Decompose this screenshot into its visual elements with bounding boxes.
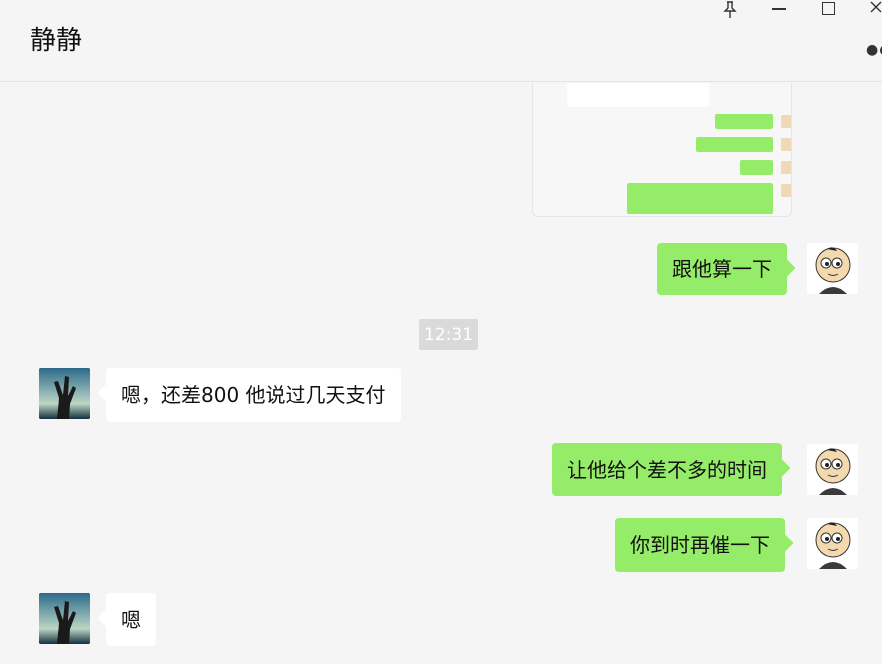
chat-header: 静静 ●● [0,0,882,82]
screenshot-avatar [781,138,791,151]
message-bubble-out[interactable]: 让他给个差不多的时间 [552,443,782,496]
message-text: 嗯 [121,607,141,632]
hand-sunset-icon [39,593,90,644]
screenshot-incoming-bubble [567,83,709,107]
avatar[interactable] [807,518,858,569]
screenshot-bubble [740,160,773,175]
message-bubble-out[interactable]: 跟他算一下 [657,243,787,295]
screenshot-bubble [715,114,773,129]
screenshot-avatar [781,115,791,128]
message-text: 跟他算一下 [672,257,772,281]
screenshot-bubble [696,137,773,152]
pin-icon[interactable] [720,0,740,20]
avatar[interactable] [39,593,90,644]
cartoon-boy-icon [807,518,858,569]
screenshot-avatar [781,161,791,174]
message-bubble-in[interactable]: 嗯 [106,593,156,646]
minimize-icon[interactable] [772,8,786,10]
message-bubble-in[interactable]: 嗯，还差800 他说过几天支付 [106,368,401,422]
chat-screenshot-image[interactable] [532,83,792,217]
message-text: 你到时再催一下 [630,533,770,557]
timestamp: 12:31 [419,319,478,350]
avatar[interactable] [807,444,858,495]
chat-title: 静静 [30,26,83,56]
message-bubble-out[interactable]: 你到时再催一下 [615,518,785,572]
message-list[interactable]: 跟他算一下 12:31 嗯，还差800 他说过几天支付 让他给个差不多的时间 你… [0,83,882,664]
maximize-icon[interactable] [822,2,835,15]
screenshot-avatar [781,184,791,197]
avatar[interactable] [807,243,858,294]
hand-sunset-icon [39,368,90,419]
message-text: 让他给个差不多的时间 [567,457,767,482]
message-text: 嗯，还差800 他说过几天支付 [121,383,386,407]
screenshot-bubble [627,183,773,214]
close-icon[interactable] [870,0,882,18]
cartoon-boy-icon [807,444,858,495]
more-icon[interactable]: ●● [866,42,882,58]
cartoon-boy-icon [807,243,858,294]
avatar[interactable] [39,368,90,419]
chat-window: 静静 ●● 跟他算一下 [0,0,882,664]
